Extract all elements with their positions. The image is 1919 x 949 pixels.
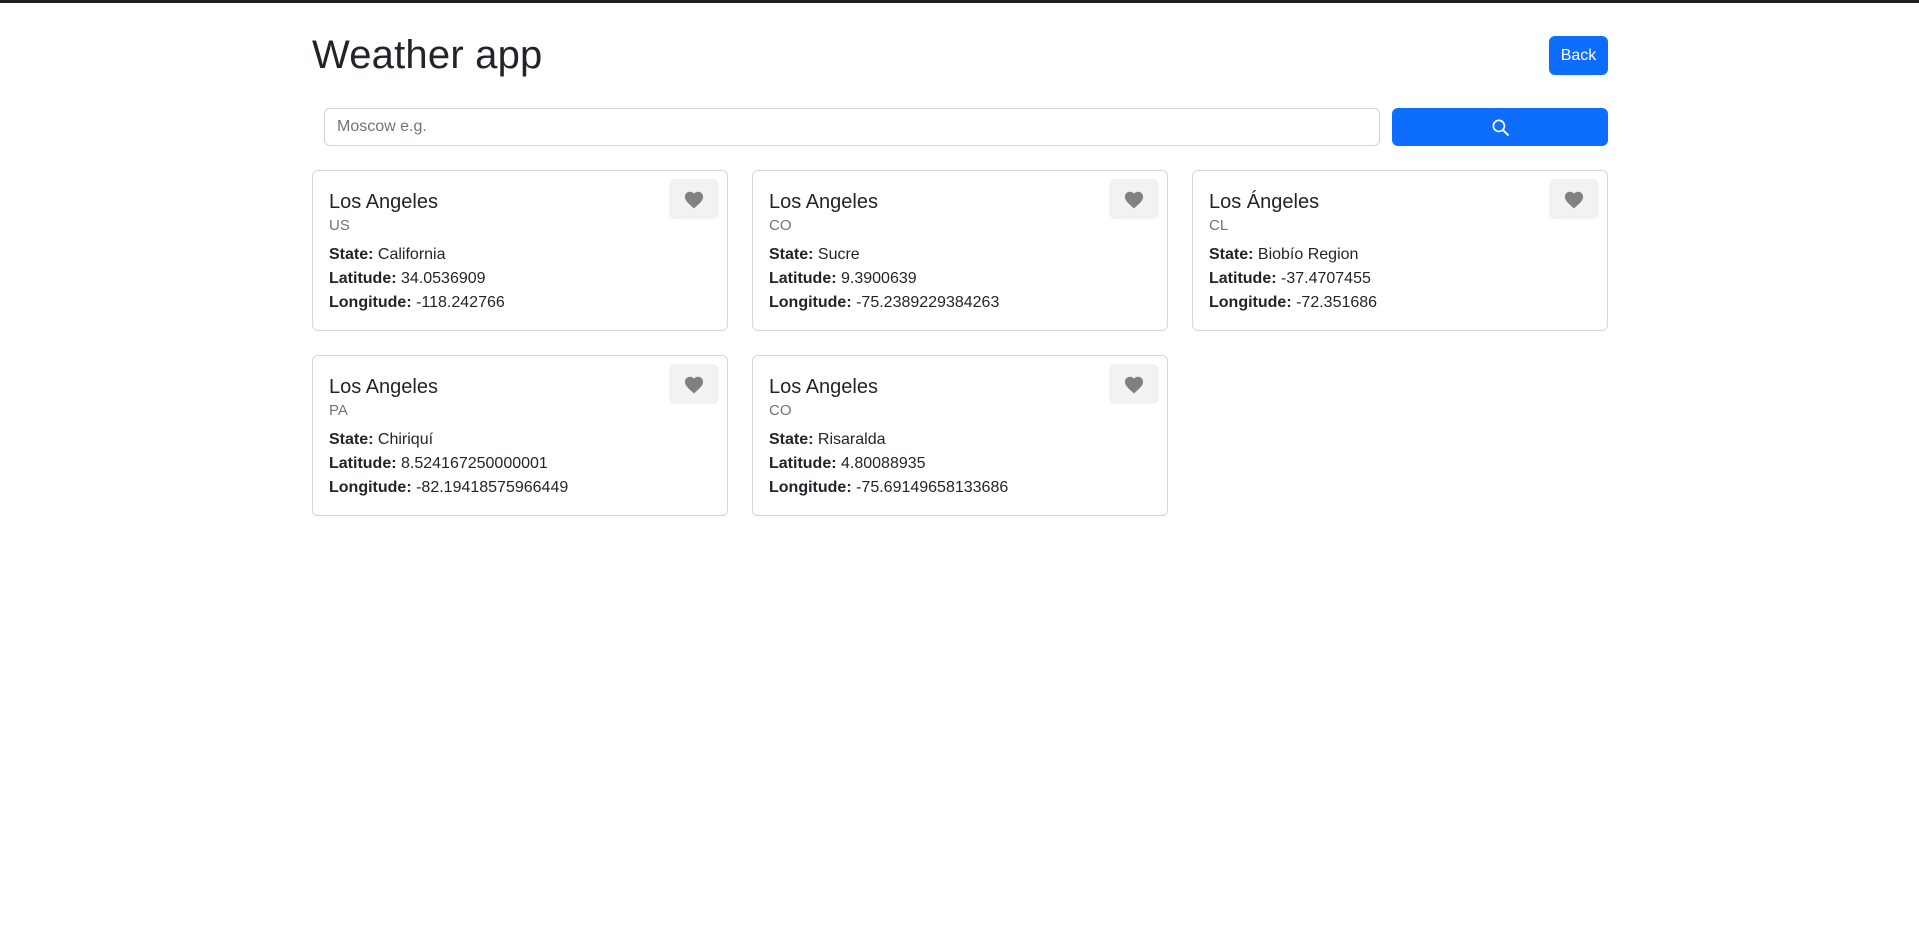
state-value: Chiriquí [377, 431, 434, 448]
longitude-line: Longitude: -118.242766 [329, 293, 505, 313]
favorite-button[interactable] [1109, 179, 1159, 219]
city-card: Los Angeles PA State: Chiriquí Latitude:… [312, 355, 728, 516]
city-name: Los Angeles [769, 376, 878, 398]
favorite-button[interactable] [1549, 179, 1599, 219]
longitude-label: Longitude: [329, 479, 412, 496]
country-code: PA [329, 402, 348, 419]
state-line: State: Biobío Region [1209, 245, 1358, 265]
city-name: Los Angeles [329, 191, 438, 213]
heart-icon [1563, 189, 1585, 209]
heart-icon [1123, 374, 1145, 394]
city-card: Los Ángeles CL State: Biobío Region Lati… [1192, 170, 1608, 331]
state-value: California [377, 246, 446, 263]
latitude-label: Latitude: [329, 455, 397, 472]
latitude-value: 9.3900639 [841, 270, 917, 287]
heart-icon [683, 189, 705, 209]
country-code: CO [769, 217, 792, 234]
state-line: State: Risaralda [769, 430, 886, 450]
state-label: State: [769, 431, 814, 448]
latitude-line: Latitude: 8.524167250000001 [329, 454, 548, 474]
city-card: Los Angeles CO State: Risaralda Latitude… [752, 355, 1168, 516]
latitude-line: Latitude: -37.4707455 [1209, 269, 1371, 289]
latitude-label: Latitude: [329, 270, 397, 287]
state-label: State: [1209, 246, 1254, 263]
longitude-value: -75.69149658133686 [856, 479, 1009, 496]
latitude-line: Latitude: 34.0536909 [329, 269, 486, 289]
longitude-line: Longitude: -75.2389229384263 [769, 293, 999, 313]
state-value: Risaralda [817, 431, 886, 448]
heart-icon [1123, 189, 1145, 209]
country-code: CO [769, 402, 792, 419]
city-name: Los Ángeles [1209, 191, 1320, 213]
search-input[interactable] [324, 108, 1380, 146]
latitude-label: Latitude: [769, 455, 837, 472]
state-label: State: [329, 431, 374, 448]
state-label: State: [769, 246, 814, 263]
latitude-value: -37.4707455 [1281, 270, 1371, 287]
back-button[interactable]: Back [1549, 36, 1608, 75]
longitude-label: Longitude: [1209, 294, 1292, 311]
state-value: Sucre [817, 246, 860, 263]
city-card: Los Angeles US State: California Latitud… [312, 170, 728, 331]
main-container: Weather app Back Los Angeles US State: C… [312, 0, 1608, 949]
latitude-line: Latitude: 9.3900639 [769, 269, 917, 289]
city-card: Los Angeles CO State: Sucre Latitude: 9.… [752, 170, 1168, 331]
search-bar [312, 108, 1608, 146]
search-icon [1492, 119, 1509, 136]
longitude-line: Longitude: -75.69149658133686 [769, 478, 1008, 498]
state-label: State: [329, 246, 374, 263]
longitude-label: Longitude: [329, 294, 412, 311]
latitude-value: 34.0536909 [401, 270, 486, 287]
state-value: Biobío Region [1257, 246, 1359, 263]
favorite-button[interactable] [1109, 364, 1159, 404]
page-title: Weather app [312, 33, 543, 77]
latitude-label: Latitude: [769, 270, 837, 287]
longitude-label: Longitude: [769, 479, 852, 496]
latitude-label: Latitude: [1209, 270, 1277, 287]
latitude-value: 8.524167250000001 [401, 455, 548, 472]
longitude-value: -72.351686 [1296, 294, 1378, 311]
country-code: CL [1209, 217, 1229, 234]
latitude-value: 4.80088935 [841, 455, 926, 472]
state-line: State: Sucre [769, 245, 860, 265]
latitude-line: Latitude: 4.80088935 [769, 454, 926, 474]
longitude-value: -82.19418575966449 [416, 479, 569, 496]
header: Weather app Back [312, 30, 1608, 80]
longitude-label: Longitude: [769, 294, 852, 311]
country-code: US [329, 217, 350, 234]
longitude-line: Longitude: -72.351686 [1209, 293, 1377, 313]
state-line: State: Chiriquí [329, 430, 433, 450]
heart-icon [683, 374, 705, 394]
favorite-button[interactable] [669, 179, 719, 219]
favorite-button[interactable] [669, 364, 719, 404]
city-name: Los Angeles [329, 376, 438, 398]
longitude-line: Longitude: -82.19418575966449 [329, 478, 568, 498]
state-line: State: California [329, 245, 446, 265]
longitude-value: -118.242766 [416, 294, 505, 311]
search-button[interactable] [1392, 108, 1608, 146]
longitude-value: -75.2389229384263 [856, 294, 1000, 311]
city-name: Los Angeles [769, 191, 878, 213]
